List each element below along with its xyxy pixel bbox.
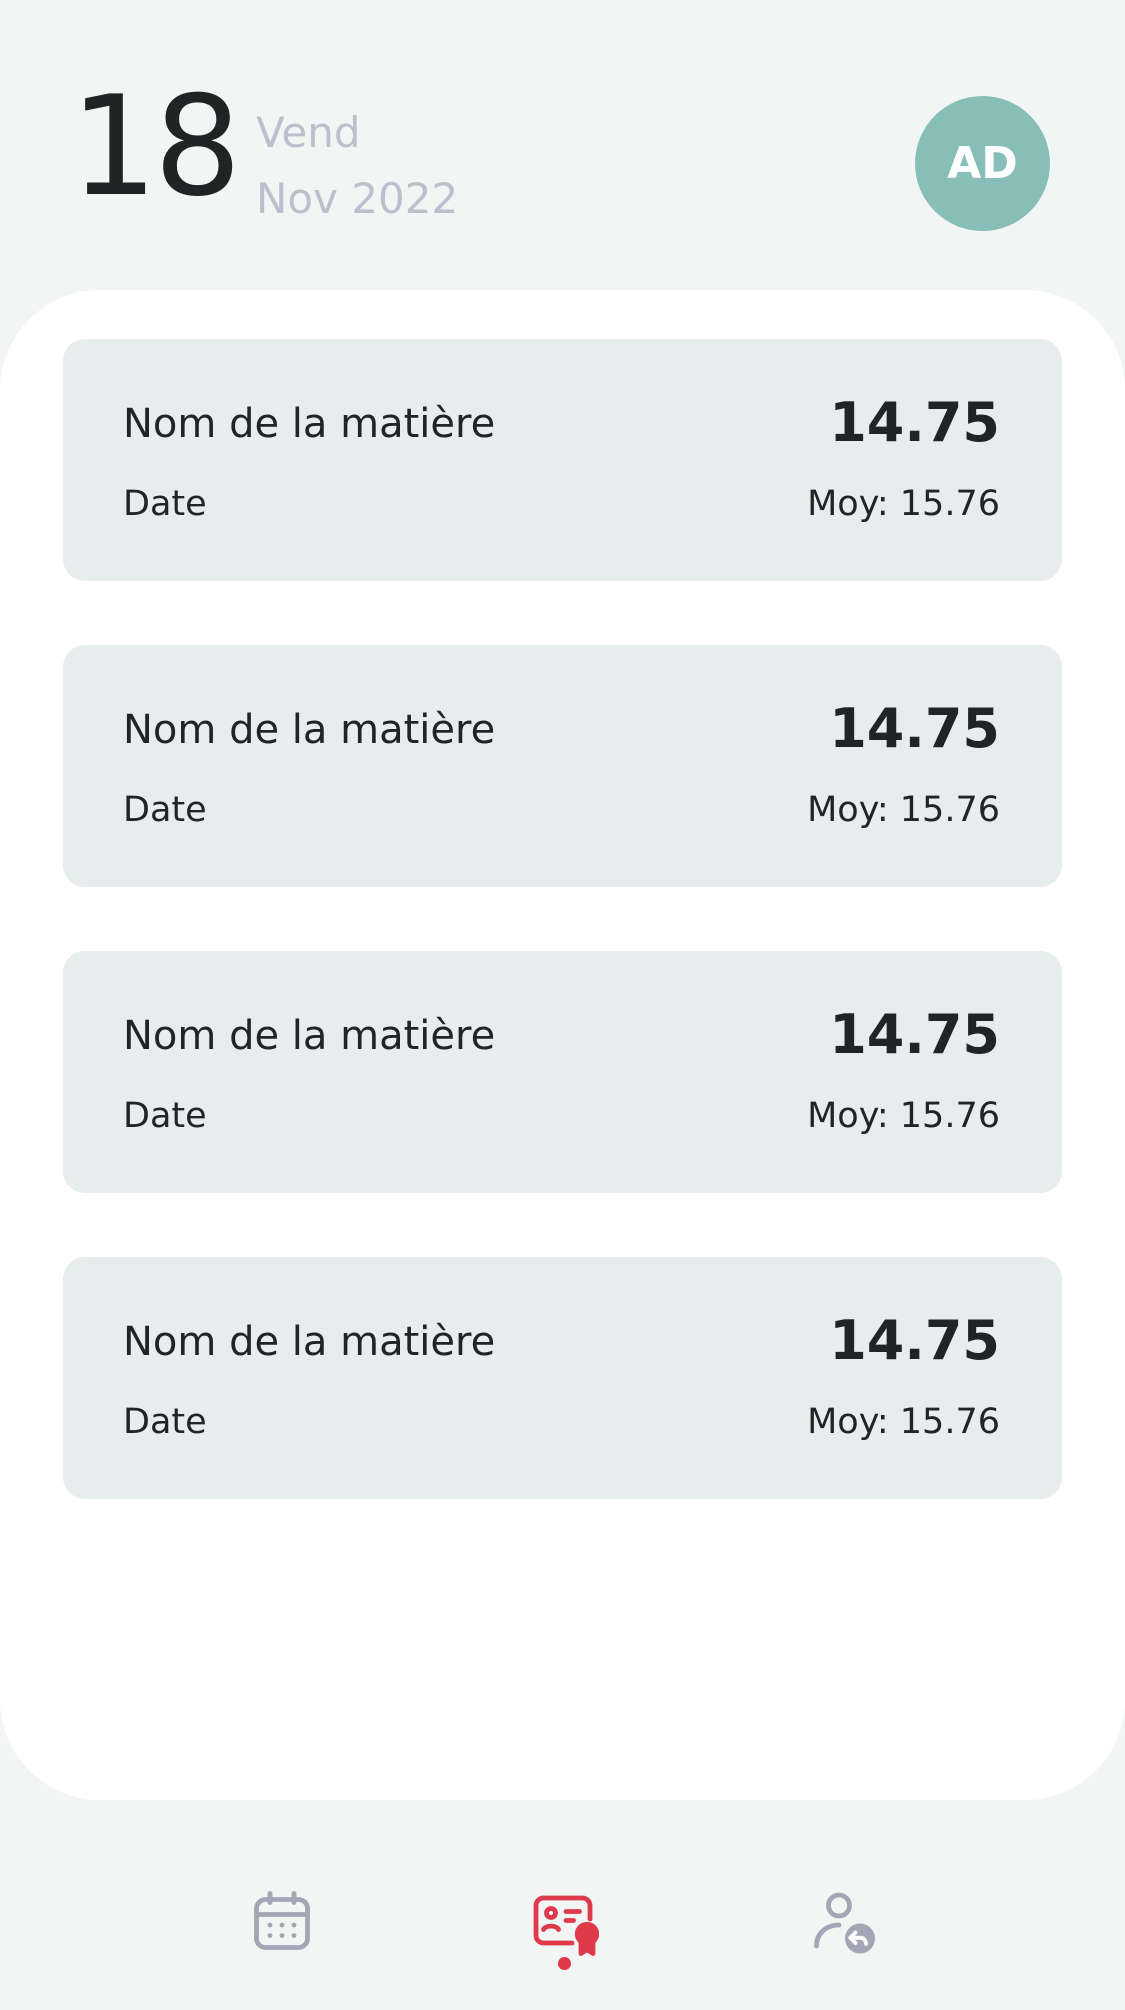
user-logout-icon xyxy=(814,1892,875,1954)
class-average: Moy: 15.76 xyxy=(807,1096,1000,1136)
grade-list: Nom de la matière 14.75 Date Moy: 15.76 … xyxy=(63,339,1062,1563)
subject-name: Nom de la matière xyxy=(123,1013,496,1059)
grade-date: Date xyxy=(123,790,207,830)
grade-card[interactable]: Nom de la matière 14.75 Date Moy: 15.76 xyxy=(63,1257,1062,1499)
class-average: Moy: 15.76 xyxy=(807,484,1000,524)
subject-name: Nom de la matière xyxy=(123,707,496,753)
grade-date: Date xyxy=(123,1402,207,1442)
grade-value: 14.75 xyxy=(829,1003,1000,1066)
grade-value: 14.75 xyxy=(829,1309,1000,1372)
grade-card[interactable]: Nom de la matière 14.75 Date Moy: 15.76 xyxy=(63,339,1062,581)
class-average: Moy: 15.76 xyxy=(807,1402,1000,1442)
header: 18 Vend Nov 2022 AD xyxy=(0,0,1125,290)
active-indicator-dot xyxy=(558,1957,571,1970)
grade-card[interactable]: Nom de la matière 14.75 Date Moy: 15.76 xyxy=(63,645,1062,887)
day-number: 18 xyxy=(70,66,242,227)
grade-value: 14.75 xyxy=(829,697,1000,760)
calendar-icon xyxy=(254,1891,310,1950)
grade-date: Date xyxy=(123,1096,207,1136)
subject-name: Nom de la matière xyxy=(123,401,496,447)
grades-certificate-icon xyxy=(533,1895,599,1956)
month-year-label: Nov 2022 xyxy=(256,174,459,223)
weekday-label: Vend xyxy=(256,108,361,157)
grade-date: Date xyxy=(123,484,207,524)
grade-card[interactable]: Nom de la matière 14.75 Date Moy: 15.76 xyxy=(63,951,1062,1193)
grade-value: 14.75 xyxy=(829,391,1000,454)
subject-name: Nom de la matière xyxy=(123,1319,496,1365)
avatar[interactable]: AD xyxy=(915,96,1050,231)
nav-grades-button[interactable] xyxy=(518,1877,608,1967)
nav-profile-logout-button[interactable] xyxy=(800,1877,890,1967)
nav-calendar-button[interactable] xyxy=(237,1877,327,1967)
grades-panel: Nom de la matière 14.75 Date Moy: 15.76 … xyxy=(0,290,1125,1800)
date-label: Vend Nov 2022 xyxy=(256,100,458,232)
bottom-nav xyxy=(0,1800,1125,2010)
class-average: Moy: 15.76 xyxy=(807,790,1000,830)
